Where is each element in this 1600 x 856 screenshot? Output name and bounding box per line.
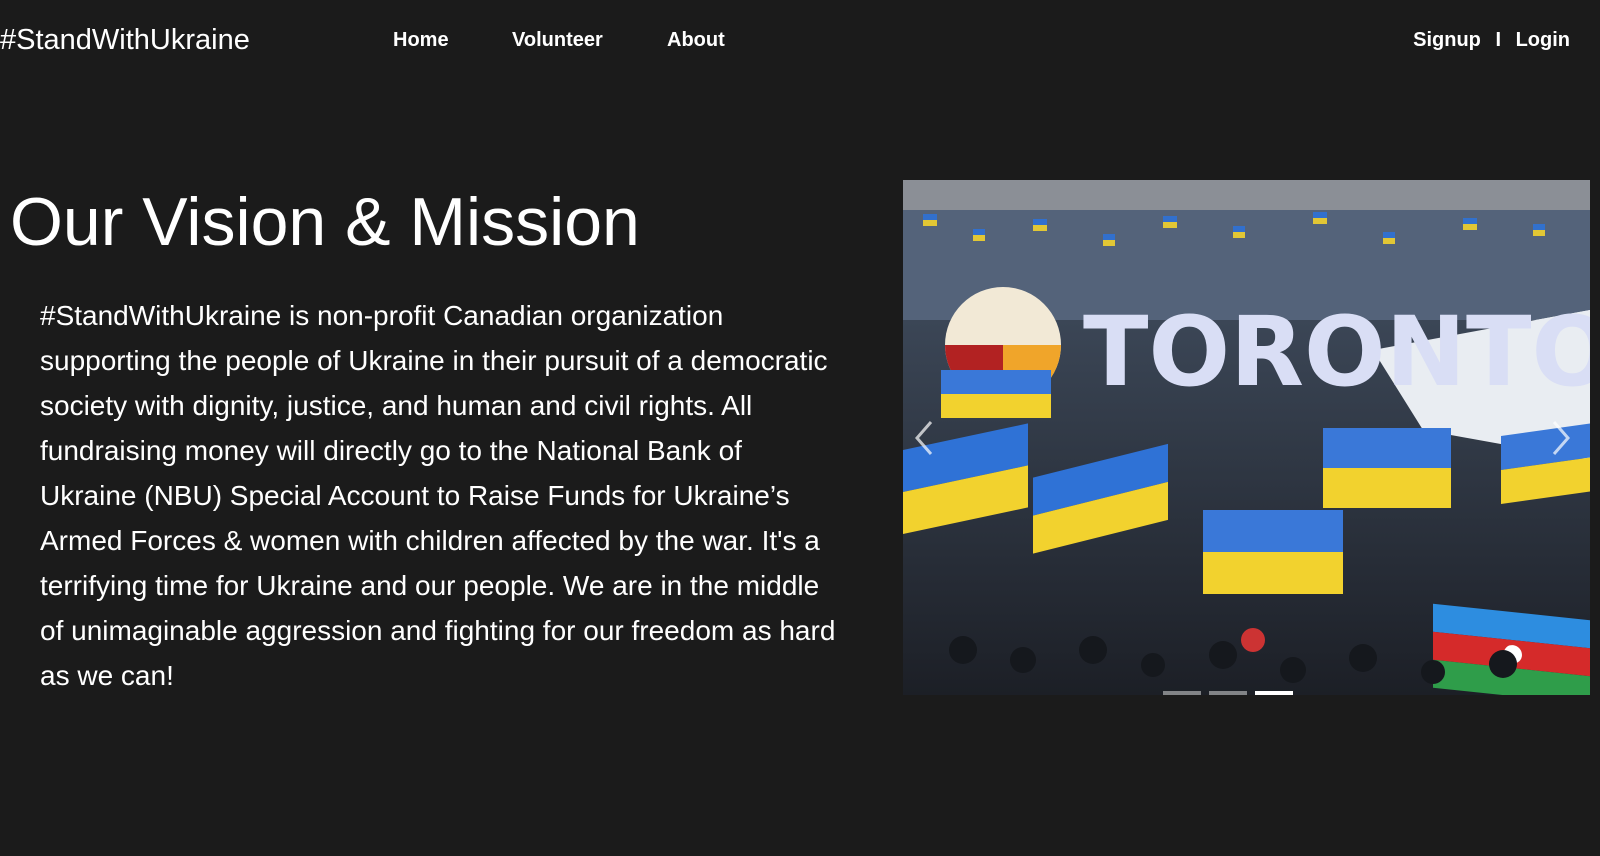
carousel-indicator-1[interactable]: [1163, 691, 1201, 695]
carousel-prev-button[interactable]: [907, 416, 943, 460]
chevron-left-icon: [915, 421, 933, 455]
signup-link[interactable]: Signup: [1413, 29, 1481, 51]
page: #StandWithUkraine Home Volunteer About S…: [0, 0, 1600, 856]
page-title: Our Vision & Mission: [10, 184, 640, 260]
carousel-indicator-3-active[interactable]: [1255, 691, 1293, 695]
carousel-next-button[interactable]: [1542, 416, 1578, 460]
nav-link-about[interactable]: About: [667, 27, 725, 53]
carousel-indicators: [1163, 689, 1313, 695]
login-link[interactable]: Login: [1516, 29, 1570, 51]
mission-description: #StandWithUkraine is non-profit Canadian…: [40, 300, 836, 691]
auth-separator: I: [1495, 29, 1501, 51]
carousel-indicator-2[interactable]: [1209, 691, 1247, 695]
nav-link-home[interactable]: Home: [393, 27, 449, 53]
image-carousel[interactable]: TORONTO: [903, 180, 1590, 695]
navbar: #StandWithUkraine Home Volunteer About S…: [0, 0, 1600, 80]
rally-photo: TORONTO: [903, 180, 1590, 695]
auth-links: Signup I Login: [1413, 27, 1570, 53]
brand-logo[interactable]: #StandWithUkraine: [0, 22, 250, 58]
nav-link-volunteer[interactable]: Volunteer: [512, 27, 603, 53]
toronto-sign: TORONTO: [1083, 296, 1590, 408]
chevron-right-icon: [1552, 421, 1570, 455]
